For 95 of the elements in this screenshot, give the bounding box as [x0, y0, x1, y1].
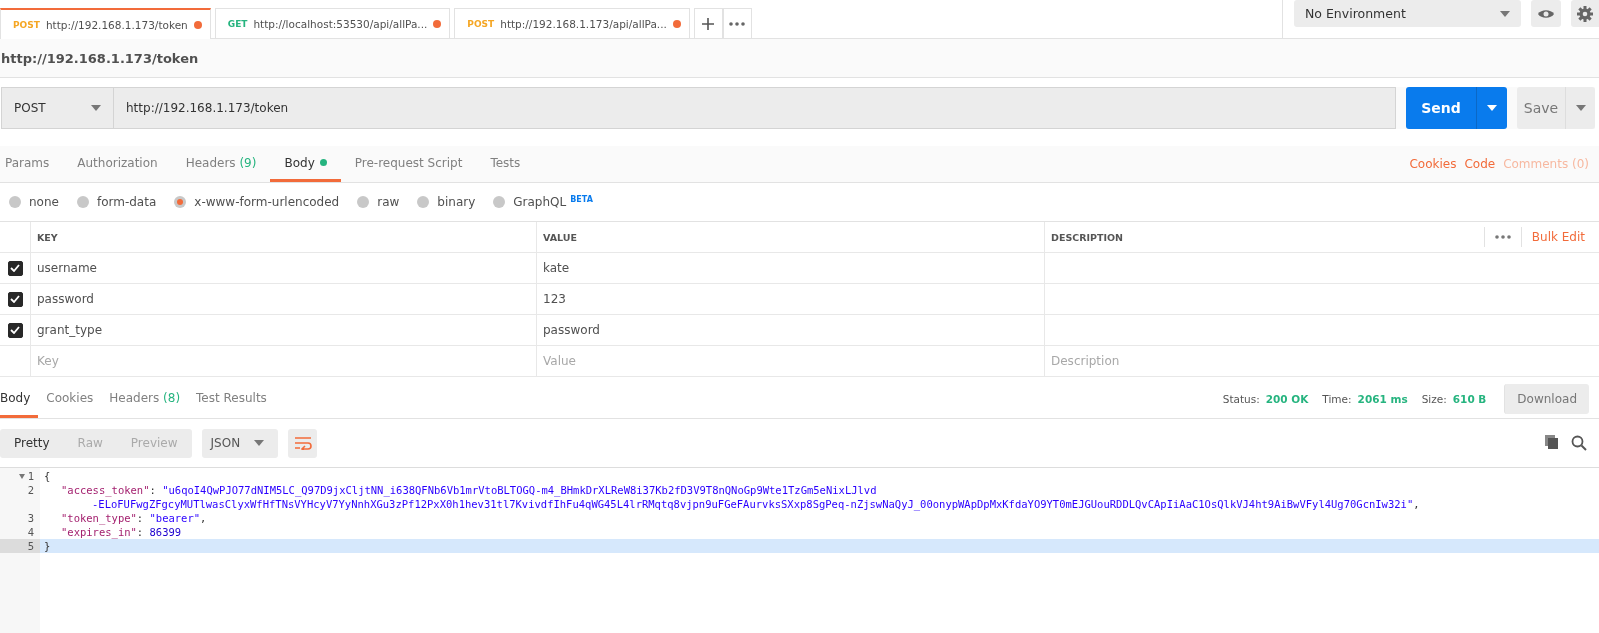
response-tab[interactable]: Test Results	[188, 380, 275, 418]
beta-label: BETA	[570, 195, 593, 204]
search-button[interactable]	[1571, 435, 1587, 451]
send-options-button[interactable]	[1476, 87, 1507, 129]
radio-button[interactable]	[493, 196, 506, 208]
wrap-lines-button[interactable]	[288, 428, 318, 458]
request-config-tab[interactable]: Headers (9)	[171, 146, 271, 182]
more-icon	[1494, 235, 1511, 239]
plus-icon	[701, 16, 716, 31]
request-config-tab[interactable]: Body	[270, 146, 341, 182]
table-cell[interactable]: password	[543, 323, 600, 337]
more-tabs-button[interactable]	[722, 8, 752, 38]
column-header: VALUE	[543, 231, 577, 243]
column-header: DESCRIPTION	[1051, 231, 1124, 243]
search-icon	[1571, 435, 1587, 451]
copy-icon	[1545, 435, 1559, 449]
more-icon	[729, 21, 746, 26]
response-tab[interactable]: Cookies	[38, 380, 102, 418]
response-tab[interactable]: Headers (8)	[101, 380, 189, 418]
wrap-icon	[293, 436, 312, 450]
method-label: POST	[467, 18, 495, 29]
tab-title: http://192.168.1.173/token	[45, 18, 188, 31]
settings-icon	[1577, 5, 1593, 22]
radio-label[interactable]: form-data	[96, 195, 157, 209]
radio-label[interactable]: x-www-form-urlencoded	[194, 195, 340, 209]
code-line: "expires_in": 86399	[60, 525, 183, 539]
url-field[interactable]: http://192.168.1.173/token	[113, 87, 1396, 129]
request-config-tab[interactable]: Authorization	[63, 146, 172, 182]
checkbox[interactable]	[7, 260, 23, 276]
radio-label[interactable]: GraphQL	[513, 195, 567, 209]
table-cell[interactable]: grant_type	[37, 323, 103, 337]
copy-button[interactable]	[1545, 435, 1559, 451]
caret-icon	[1575, 105, 1586, 111]
response-tab[interactable]: Body	[0, 380, 39, 418]
line-number: 4	[27, 526, 34, 538]
code-line: -ELoFUFwgZFgcyMUTlwasClyxWfHfTNsVYHcyV7YyNnhXGu3zPf12PxX0h1hev31tl7KvivdfIhFu4qWG45L4lrRMqtq8vjpn9uFGeFAurvksSXxp8SgPeq-nZjswNaQyJ_00onypWApDpMxKfdaYO9YT0mEJGUouRDDLQvCApIiAaC1OsQlkVJ4ht9AiBwVFyl4Ug70GcnIw32i",	[91, 497, 1421, 511]
line-number: 1	[18, 470, 34, 482]
environment-quick-look-button[interactable]	[1531, 0, 1561, 27]
checkmark-icon	[10, 326, 20, 334]
tab-title: http://192.168.1.173/api/allPa...	[500, 17, 667, 30]
download-button[interactable]: Download	[1504, 384, 1589, 414]
method-label: GET	[227, 18, 248, 29]
request-config-tab[interactable]: Pre-request Script	[340, 146, 477, 182]
status-value: 200 OK	[1265, 393, 1309, 405]
table-cell[interactable]: 123	[543, 292, 566, 306]
new-tab-button[interactable]	[693, 8, 723, 38]
environment-dropdown[interactable]: No Environment	[1294, 0, 1521, 27]
more-options-button[interactable]	[1483, 227, 1522, 247]
code-line: {	[43, 469, 52, 483]
method-dropdown[interactable]: POST	[1, 87, 113, 129]
status-label: Size:	[1421, 393, 1447, 405]
view-mode-button[interactable]: Pretty	[0, 428, 64, 458]
radio-label[interactable]: binary	[437, 195, 476, 209]
save-options-button[interactable]	[1565, 87, 1595, 129]
request-config-tab[interactable]: Tests	[476, 146, 535, 182]
radio-button[interactable]	[357, 196, 370, 208]
checkbox[interactable]	[7, 322, 23, 338]
line-number: 2	[27, 484, 34, 496]
method-label: POST	[13, 19, 40, 30]
send-button[interactable]: Send	[1406, 87, 1476, 129]
request-tab[interactable]: POST http://192.168.1.173/token	[0, 8, 211, 39]
radio-label[interactable]: raw	[377, 195, 400, 209]
settings-button[interactable]	[1571, 0, 1599, 27]
line-number: 5	[27, 540, 34, 552]
caret-icon	[91, 105, 101, 111]
radio-label[interactable]: none	[29, 195, 59, 209]
format-dropdown[interactable]: JSON	[201, 428, 279, 458]
request-tab[interactable]: GET http://localhost:53530/api/allPa...	[214, 8, 451, 38]
code-line: "access_token": "u6qoI4QwPJO77dNIM5LC_Q97D9jxCljtNN_i638QFNb6Vb1mrVtoBLTOGQ-m4_BHmkDrXLReW8i37Kb2fD3V9T8nQNoGp9Wte1TzGm5eNixLJlvd	[60, 483, 878, 497]
line-number: 3	[27, 512, 34, 524]
status-value: 610 B	[1452, 393, 1487, 405]
table-cell[interactable]: password	[37, 292, 94, 306]
table-cell[interactable]: kate	[543, 261, 570, 275]
caret-icon	[1487, 105, 1497, 111]
radio-button[interactable]	[76, 196, 89, 208]
checkbox[interactable]	[7, 291, 23, 307]
status-label: Status:	[1222, 393, 1260, 405]
checkmark-icon	[10, 264, 20, 272]
status-label: Time:	[1322, 393, 1352, 405]
request-config-tab[interactable]: Params	[0, 146, 64, 182]
caret-icon	[254, 440, 265, 446]
code-line: "token_type": "bearer",	[60, 511, 208, 525]
save-button[interactable]: Save	[1517, 87, 1565, 129]
radio-button[interactable]	[9, 196, 21, 208]
radio-button[interactable]	[174, 196, 187, 208]
caret-icon	[1500, 10, 1510, 17]
checkmark-icon	[10, 295, 20, 303]
radio-button[interactable]	[417, 196, 430, 208]
request-tab[interactable]: POST http://192.168.1.173/api/allPa...	[454, 8, 690, 38]
column-header: KEY	[37, 231, 58, 243]
tab-title: http://localhost:53530/api/allPa...	[253, 17, 428, 30]
table-cell[interactable]: username	[37, 261, 97, 275]
request-name: http://192.168.1.173/token	[0, 39, 1599, 78]
status-value: 2061 ms	[1357, 393, 1408, 405]
eye-icon	[1537, 7, 1555, 20]
